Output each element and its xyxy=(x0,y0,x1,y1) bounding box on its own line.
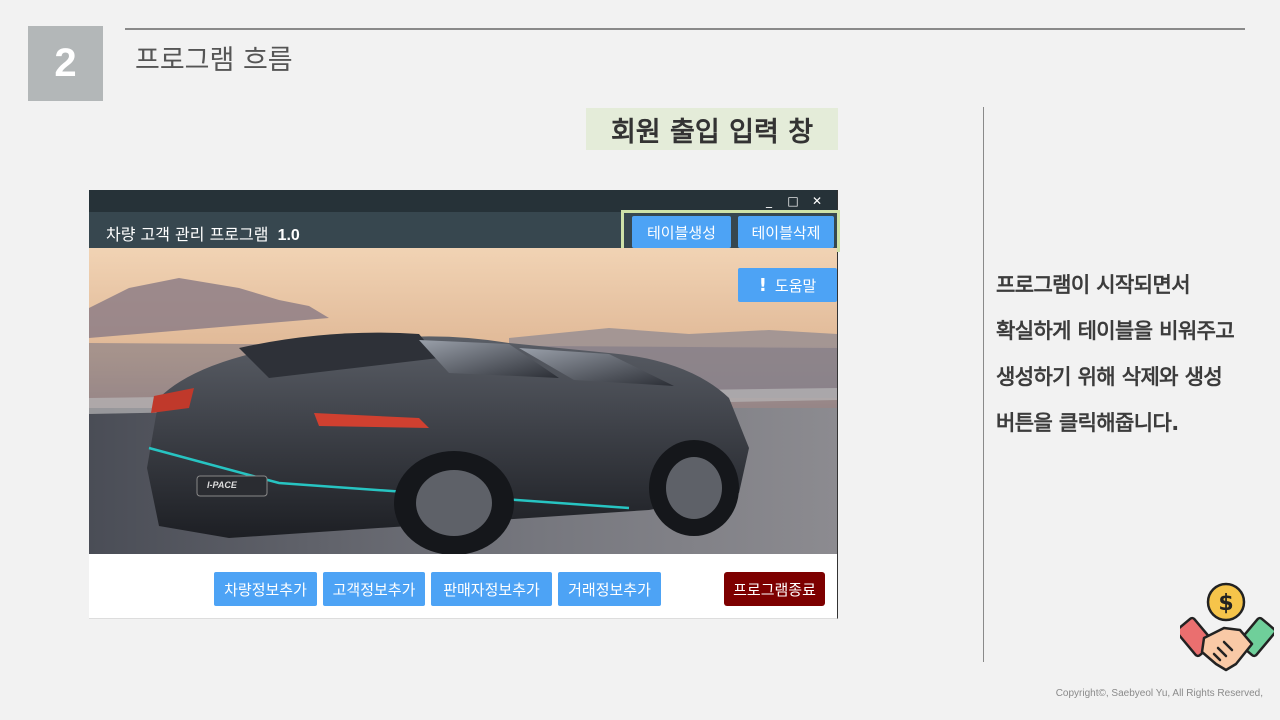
section-caption: 회원 출입 입력 창 xyxy=(586,108,838,150)
slide-title: 프로그램 흐름 xyxy=(135,45,293,76)
exclamation-icon: ! xyxy=(758,274,767,296)
window-titlebar: _ □ ✕ xyxy=(89,190,837,212)
description-line: 생성하기 위해 삭제와 생성 xyxy=(996,365,1223,389)
description-line: 확실하게 테이블을 비워주고 xyxy=(996,319,1235,343)
create-table-button[interactable]: 테이블생성 xyxy=(632,216,731,248)
title-rule xyxy=(125,28,1245,30)
handshake-coin-icon: $ xyxy=(1180,582,1274,672)
slide-number: 2 xyxy=(28,26,103,101)
help-button-label: 도움말 xyxy=(774,276,817,295)
help-button[interactable]: ! 도움말 xyxy=(738,268,837,302)
exit-program-button[interactable]: 프로그램종료 xyxy=(724,572,825,606)
app-footer: 차량정보추가 고객정보추가 판매자정보추가 거래정보추가 프로그램종료 xyxy=(89,554,837,618)
car-photo xyxy=(89,248,837,554)
maximize-button[interactable]: □ xyxy=(782,190,804,212)
add-transaction-button[interactable]: 거래정보추가 xyxy=(558,572,661,606)
vertical-divider xyxy=(983,107,984,662)
app-version: 1.0 xyxy=(277,227,300,244)
description: 프로그램이 시작되면서 확실하게 테이블을 비워주고 생성하기 위해 삭제와 생… xyxy=(996,266,1280,450)
add-customer-button[interactable]: 고객정보추가 xyxy=(323,572,425,606)
app-title: 차량 고객 관리 프로그램 1.0 xyxy=(106,221,300,245)
description-line: 프로그램이 시작되면서 xyxy=(996,273,1191,297)
description-line: 버튼을 클릭해줍니다. xyxy=(996,411,1179,435)
car-badge: I-PACE xyxy=(207,480,237,490)
minimize-button[interactable]: _ xyxy=(758,190,780,212)
copyright: Copyright©, Saebyeol Yu, All Rights Rese… xyxy=(1055,688,1263,699)
add-seller-button[interactable]: 판매자정보추가 xyxy=(431,572,552,606)
svg-text:$: $ xyxy=(1218,591,1233,616)
app-title-text: 차량 고객 관리 프로그램 xyxy=(106,225,269,244)
close-button[interactable]: ✕ xyxy=(806,190,828,212)
add-vehicle-button[interactable]: 차량정보추가 xyxy=(214,572,317,606)
app-window: _ □ ✕ 차량 고객 관리 프로그램 1.0 테이블생성 테이블삭제 I-PA… xyxy=(89,190,840,619)
hero-car-image: I-PACE ! 도움말 xyxy=(89,248,837,554)
delete-table-button[interactable]: 테이블삭제 xyxy=(738,216,834,248)
